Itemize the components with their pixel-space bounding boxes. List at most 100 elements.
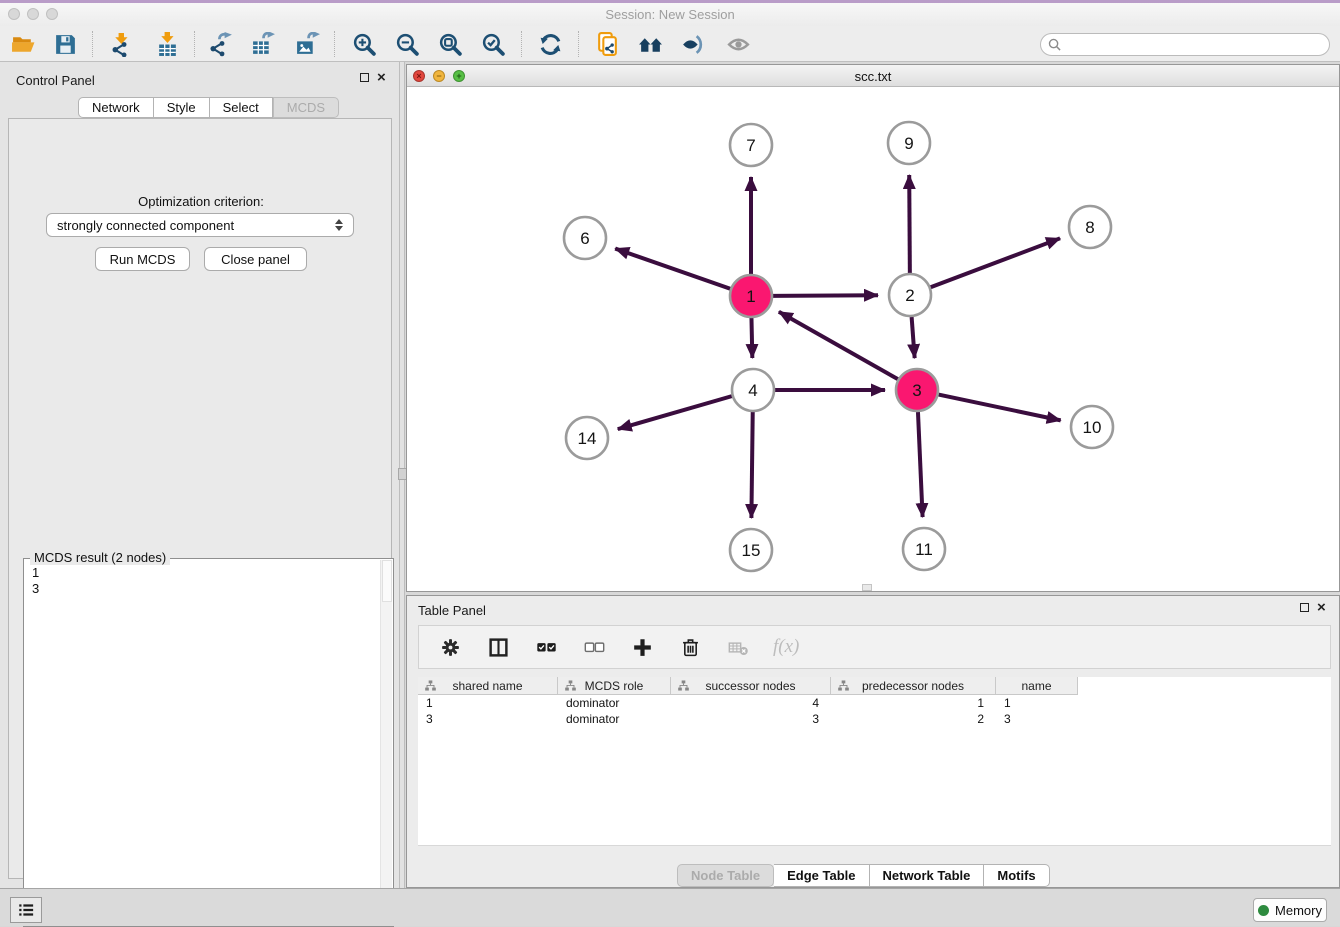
- node-9[interactable]: 9: [888, 122, 930, 164]
- panel-split-divider[interactable]: [400, 62, 405, 888]
- cell-name[interactable]: 3: [996, 711, 1078, 727]
- edge-2-3[interactable]: [912, 317, 915, 358]
- cell-successor-nodes[interactable]: 4: [671, 695, 831, 711]
- node-1[interactable]: 1: [730, 275, 772, 317]
- svg-text:6: 6: [580, 229, 589, 248]
- edge-3-1[interactable]: [779, 312, 898, 379]
- cell-successor-nodes[interactable]: 3: [671, 711, 831, 727]
- node-10[interactable]: 10: [1071, 406, 1113, 448]
- edge-4-15[interactable]: [751, 412, 752, 518]
- close-panel-button[interactable]: Close panel: [204, 247, 307, 271]
- mcds-result-box: MCDS result (2 nodes) 13: [23, 558, 394, 927]
- memory-button[interactable]: Memory: [1253, 898, 1327, 922]
- tab-style[interactable]: Style: [154, 97, 210, 118]
- float-table-panel-icon[interactable]: [1300, 603, 1309, 612]
- apply-layout-icon[interactable]: [535, 29, 565, 59]
- save-session-icon[interactable]: [50, 29, 80, 59]
- home-icon[interactable]: [635, 29, 665, 59]
- task-history-button[interactable]: [10, 897, 42, 923]
- tab-network-table[interactable]: Network Table: [870, 864, 985, 887]
- table-header-row: shared nameMCDS rolesuccessor nodesprede…: [418, 677, 1078, 695]
- cell-MCDS-role[interactable]: dominator: [558, 711, 671, 727]
- zoom-fit-icon[interactable]: [435, 29, 465, 59]
- edge-2-9[interactable]: [909, 175, 910, 273]
- edge-1-2[interactable]: [773, 295, 878, 296]
- tab-motifs[interactable]: Motifs: [984, 864, 1049, 887]
- node-7[interactable]: 7: [730, 124, 772, 166]
- optimization-criterion-label: Optimization criterion:: [9, 194, 393, 209]
- table-row[interactable]: 3dominator323: [418, 711, 1331, 727]
- svg-text:11: 11: [915, 540, 933, 559]
- export-network-icon[interactable]: [206, 29, 236, 59]
- cell-MCDS-role[interactable]: dominator: [558, 695, 671, 711]
- zoom-selected-icon[interactable]: [478, 29, 508, 59]
- edge-3-11[interactable]: [918, 412, 923, 517]
- create-column-icon[interactable]: [629, 634, 655, 660]
- result-scrollbar[interactable]: [380, 560, 392, 925]
- edge-1-4[interactable]: [751, 318, 752, 358]
- control-panel-window-buttons: ×: [360, 73, 386, 82]
- node-2[interactable]: 2: [889, 274, 931, 316]
- node-6[interactable]: 6: [564, 217, 606, 259]
- node-4[interactable]: 4: [732, 369, 774, 411]
- canvas-resize-grip[interactable]: [862, 584, 872, 591]
- import-network-icon[interactable]: [106, 29, 136, 59]
- search-box[interactable]: [1040, 33, 1330, 56]
- mcds-panel: Optimization criterion: strongly connect…: [8, 118, 392, 879]
- cell-shared-name[interactable]: 3: [418, 711, 558, 727]
- tab-select[interactable]: Select: [210, 97, 273, 118]
- network-graph: 7 9 6 8 1 2 4 3 14 10 15 11: [407, 87, 1339, 591]
- table-toolbar: f(x): [418, 625, 1331, 669]
- node-14[interactable]: 14: [566, 417, 608, 459]
- tab-edge-table[interactable]: Edge Table: [774, 864, 869, 887]
- node-15[interactable]: 15: [730, 529, 772, 571]
- close-table-panel-icon[interactable]: ×: [1317, 603, 1326, 612]
- tab-network[interactable]: Network: [78, 97, 154, 118]
- table-row[interactable]: 1dominator411: [418, 695, 1331, 711]
- edge-3-10[interactable]: [939, 395, 1061, 421]
- column-header-predecessor-nodes[interactable]: predecessor nodes: [831, 677, 996, 694]
- delete-column-icon[interactable]: [677, 634, 703, 660]
- network-window-titlebar[interactable]: × − + scc.txt: [407, 65, 1339, 87]
- optimization-criterion-select[interactable]: strongly connected component: [46, 213, 354, 237]
- cell-shared-name[interactable]: 1: [418, 695, 558, 711]
- export-table-icon[interactable]: [248, 29, 278, 59]
- table-panel-title: Table Panel: [418, 602, 486, 620]
- status-bar: Memory: [0, 888, 1340, 926]
- duplicate-network-icon[interactable]: [592, 29, 622, 59]
- float-panel-icon[interactable]: [360, 73, 369, 82]
- column-header-shared-name[interactable]: shared name: [418, 677, 558, 694]
- network-canvas[interactable]: 7 9 6 8 1 2 4 3 14 10 15 11: [407, 87, 1339, 591]
- cell-name[interactable]: 1: [996, 695, 1078, 711]
- open-session-icon[interactable]: [8, 29, 38, 59]
- import-table-icon[interactable]: [152, 29, 182, 59]
- run-mcds-button[interactable]: Run MCDS: [95, 247, 190, 271]
- svg-text:9: 9: [904, 134, 913, 153]
- tab-mcds[interactable]: MCDS: [273, 97, 339, 118]
- deselect-all-rows-icon[interactable]: [581, 634, 607, 660]
- select-all-rows-icon[interactable]: [533, 634, 559, 660]
- memory-label: Memory: [1275, 903, 1322, 918]
- show-column-selector-icon[interactable]: [485, 634, 511, 660]
- cell-predecessor-nodes[interactable]: 1: [831, 695, 996, 711]
- node-8[interactable]: 8: [1069, 206, 1111, 248]
- export-image-icon[interactable]: [292, 29, 322, 59]
- tab-node-table[interactable]: Node Table: [677, 864, 774, 887]
- zoom-in-icon[interactable]: [349, 29, 379, 59]
- edge-4-14[interactable]: [618, 396, 732, 429]
- node-11[interactable]: 11: [903, 528, 945, 570]
- select-spinner-icon: [335, 219, 343, 231]
- zoom-out-icon[interactable]: [392, 29, 422, 59]
- table-settings-gear-icon[interactable]: [437, 634, 463, 660]
- column-header-MCDS-role[interactable]: MCDS role: [558, 677, 671, 694]
- close-panel-icon[interactable]: ×: [377, 73, 386, 82]
- search-input[interactable]: [1066, 38, 1329, 52]
- column-header-name[interactable]: name: [996, 677, 1078, 694]
- cell-predecessor-nodes[interactable]: 2: [831, 711, 996, 727]
- node-3[interactable]: 3: [896, 369, 938, 411]
- edge-2-8[interactable]: [931, 238, 1060, 287]
- node-table[interactable]: shared nameMCDS rolesuccessor nodesprede…: [418, 677, 1331, 846]
- edge-1-6[interactable]: [615, 249, 730, 289]
- column-header-successor-nodes[interactable]: successor nodes: [671, 677, 831, 694]
- hide-graphics-details-icon[interactable]: [678, 29, 708, 59]
